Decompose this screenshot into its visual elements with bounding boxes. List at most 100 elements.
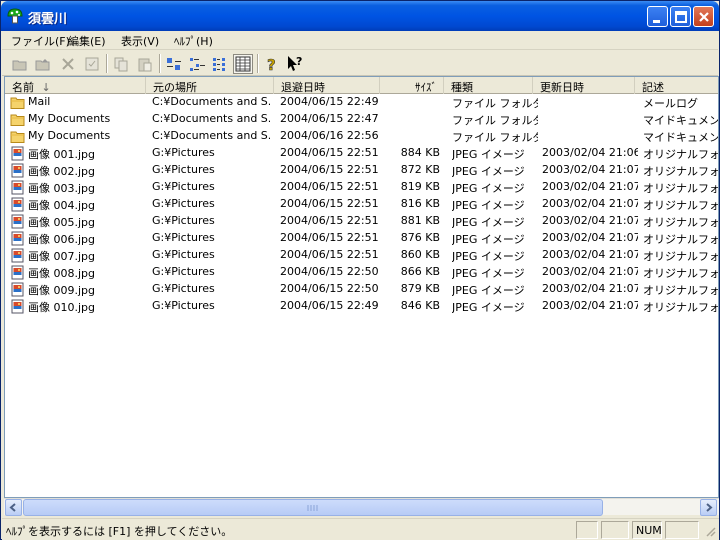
file-list-view[interactable]: 名前 ↓ 元の場所 退避日時 ｻｲｽﾞ 種類 更新日時 記述 Mail C:¥Do… xyxy=(4,76,719,498)
row-modified-date: 2003/02/04 21:07 xyxy=(542,299,638,312)
row-modified-date: 2003/02/04 21:07 xyxy=(542,214,638,227)
large-icons-button[interactable] xyxy=(164,54,184,74)
row-description: オリジナルフォト xyxy=(643,165,719,178)
table-row[interactable]: 画像 005.jpg G:¥Pictures 2004/06/15 22:51 881… xyxy=(5,213,718,230)
list-view-button[interactable] xyxy=(210,54,230,74)
folder-up-icon xyxy=(35,59,50,71)
toolbar: ? ? xyxy=(2,51,718,76)
menu-help[interactable]: ﾍﾙﾌﾟ(H) xyxy=(174,33,213,49)
folder-up-button[interactable] xyxy=(33,54,53,74)
table-row[interactable]: 画像 010.jpg G:¥Pictures 2004/06/15 22:49 846… xyxy=(5,298,718,315)
row-type: JPEG イメージ xyxy=(452,233,525,246)
row-type: ファイル フォルダ xyxy=(452,131,538,144)
delete-button[interactable] xyxy=(58,54,78,74)
row-type: JPEG イメージ xyxy=(452,301,525,314)
row-deleted-date: 2004/06/16 22:56 xyxy=(280,129,379,142)
row-name: 画像 010.jpg xyxy=(28,301,96,314)
jpeg-file-icon xyxy=(11,282,24,297)
whats-this-button[interactable]: ? xyxy=(285,54,305,74)
row-description: マイドキュメント xyxy=(643,131,719,144)
table-row[interactable]: My Documents C:¥Documents and S... 2004/06… xyxy=(5,111,718,128)
column-header-size[interactable]: ｻｲｽﾞ xyxy=(380,77,444,94)
jpeg-file-icon xyxy=(11,248,24,263)
column-header-label: 名前 xyxy=(12,81,34,94)
row-name: 画像 008.jpg xyxy=(28,267,96,280)
minimize-button[interactable] xyxy=(647,6,668,27)
row-name: My Documents xyxy=(28,112,111,125)
row-deleted-date: 2004/06/15 22:49 xyxy=(280,95,379,108)
row-original-location: G:¥Pictures xyxy=(152,282,215,295)
minimize-icon xyxy=(653,20,660,23)
table-row[interactable]: My Documents C:¥Documents and S... 2004/06… xyxy=(5,128,719,145)
column-header-description[interactable]: 記述 xyxy=(635,77,718,94)
scroll-thumb[interactable] xyxy=(23,499,603,516)
column-header-name[interactable]: 名前 ↓ xyxy=(5,77,146,94)
row-name: 画像 002.jpg xyxy=(28,165,96,178)
table-row[interactable]: 画像 002.jpg G:¥Pictures 2004/06/15 22:51 872… xyxy=(5,162,719,179)
row-type: JPEG イメージ xyxy=(452,148,525,161)
row-deleted-date: 2004/06/15 22:51 xyxy=(280,146,379,159)
row-type: JPEG イメージ xyxy=(452,165,525,178)
table-row[interactable]: 画像 006.jpg G:¥Pictures 2004/06/15 22:51 876… xyxy=(5,230,718,247)
folder-icon xyxy=(10,131,25,143)
scroll-right-button[interactable] xyxy=(700,499,717,516)
row-modified-date xyxy=(542,95,638,110)
help-button[interactable]: ? xyxy=(262,54,282,75)
copy-button[interactable] xyxy=(111,54,131,74)
row-name: 画像 004.jpg xyxy=(28,199,96,212)
row-original-location: G:¥Pictures xyxy=(152,163,215,176)
row-description: メールログ xyxy=(643,97,698,110)
row-deleted-date: 2004/06/15 22:50 xyxy=(280,265,379,278)
paste-icon xyxy=(138,58,152,72)
folder-icon xyxy=(10,114,25,126)
column-header-type[interactable]: 種類 xyxy=(444,77,533,94)
column-header-modified-date[interactable]: 更新日時 xyxy=(533,77,635,94)
row-deleted-date: 2004/06/15 22:51 xyxy=(280,231,379,244)
table-row[interactable]: 画像 008.jpg G:¥Pictures 2004/06/15 22:50 866… xyxy=(5,264,718,281)
maximize-button[interactable] xyxy=(670,6,691,27)
row-deleted-date: 2004/06/15 22:51 xyxy=(280,248,379,261)
small-icons-button[interactable] xyxy=(187,54,207,74)
menu-edit[interactable]: 編集(E) xyxy=(68,33,106,49)
table-row[interactable]: Mail C:¥Documents and S... 2004/06/15 22:4… xyxy=(5,94,718,111)
details-view-icon xyxy=(235,56,251,72)
column-header-deleted-date[interactable]: 退避日時 xyxy=(274,77,380,94)
open-folder-button[interactable] xyxy=(10,54,30,74)
jpeg-file-icon xyxy=(11,231,24,246)
table-row[interactable]: 画像 007.jpg G:¥Pictures 2004/06/15 22:51 860… xyxy=(5,247,719,264)
menu-view[interactable]: 表示(V) xyxy=(121,33,159,49)
arrow-left-icon xyxy=(9,503,16,512)
table-row[interactable]: 画像 009.jpg G:¥Pictures 2004/06/15 22:50 879… xyxy=(5,281,719,298)
table-row[interactable]: 画像 003.jpg G:¥Pictures 2004/06/15 22:51 819… xyxy=(5,179,718,196)
properties-button[interactable] xyxy=(82,54,102,74)
column-header-original-location[interactable]: 元の場所 xyxy=(146,77,274,94)
table-row[interactable]: 画像 001.jpg G:¥Pictures 2004/06/15 22:51 884… xyxy=(5,145,718,162)
status-text: ﾍﾙﾌﾟを表示するには [F1] を押してください。 xyxy=(6,525,233,538)
horizontal-scrollbar[interactable] xyxy=(4,498,719,516)
scroll-left-button[interactable] xyxy=(5,499,22,516)
row-size: 860 KB xyxy=(400,248,440,261)
row-size: 876 KB xyxy=(400,231,440,244)
jpeg-file-icon xyxy=(11,265,24,280)
paste-button[interactable] xyxy=(135,54,155,74)
status-panel-empty xyxy=(665,521,699,539)
table-row[interactable]: 画像 004.jpg G:¥Pictures 2004/06/15 22:51 816… xyxy=(5,196,718,213)
details-view-button[interactable] xyxy=(233,54,253,74)
resize-grip-icon[interactable] xyxy=(704,525,716,537)
toolbar-separator xyxy=(159,54,161,73)
row-type: JPEG イメージ xyxy=(452,284,525,297)
row-type: JPEG イメージ xyxy=(452,199,525,212)
copy-icon xyxy=(114,57,128,72)
row-modified-date: 2003/02/04 21:07 xyxy=(542,197,638,210)
title-bar[interactable]: 須雲川 xyxy=(1,1,719,31)
row-name: My Documents xyxy=(28,129,111,142)
row-size: 884 KB xyxy=(400,146,440,159)
row-description: オリジナルフォト xyxy=(643,284,719,297)
jpeg-file-icon xyxy=(11,180,24,195)
status-panel-num: NUM xyxy=(632,521,662,539)
svg-text:?: ? xyxy=(296,55,302,68)
mushroom-app-icon xyxy=(7,8,23,24)
close-button[interactable] xyxy=(693,6,714,27)
menu-file[interactable]: ファイル(F) xyxy=(11,33,70,49)
row-description: オリジナルフォト xyxy=(643,250,719,263)
